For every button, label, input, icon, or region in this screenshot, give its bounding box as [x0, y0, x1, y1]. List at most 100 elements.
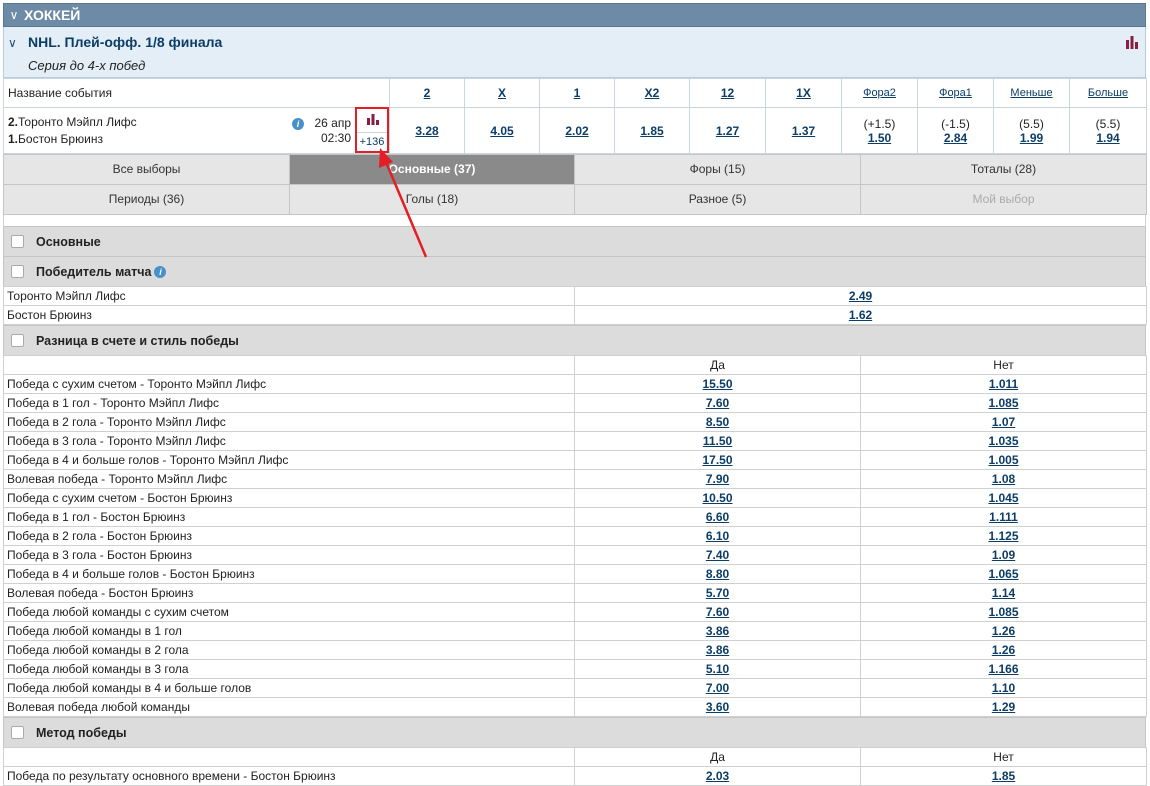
tab-goals[interactable]: Голы (18) [289, 184, 575, 215]
odd-yes-link[interactable]: 6.60 [706, 510, 729, 524]
no-odd-cell: 1.011 [860, 374, 1147, 394]
sport-header[interactable]: ∨ ХОККЕЙ [3, 3, 1146, 27]
odd-under[interactable]: 1.99 [1020, 131, 1043, 145]
tab-totals[interactable]: Тоталы (28) [860, 154, 1147, 185]
col-header[interactable]: X2 [614, 78, 690, 108]
tab-periods[interactable]: Периоды (36) [3, 184, 290, 215]
section-method[interactable]: Метод победы [3, 717, 1146, 747]
odd-link[interactable]: 2.49 [849, 289, 872, 303]
odd-yes-link[interactable]: 3.60 [706, 700, 729, 714]
info-icon[interactable]: i [292, 118, 304, 130]
odd-yes-link[interactable]: 6.10 [706, 529, 729, 543]
odd-yes-link[interactable]: 2.03 [706, 769, 729, 783]
col-header[interactable]: 12 [689, 78, 766, 108]
odd-no-link[interactable]: 1.125 [988, 529, 1018, 543]
odd-no-link[interactable]: 1.85 [992, 769, 1015, 783]
odd-2[interactable]: 3.28 [415, 124, 438, 138]
odd-yes-link[interactable]: 11.50 [703, 434, 732, 448]
odd-no-link[interactable]: 1.111 [989, 510, 1018, 524]
no-odd-cell: 1.045 [860, 488, 1147, 508]
tab-handicaps[interactable]: Форы (15) [574, 154, 861, 185]
statistics-icon[interactable] [1125, 35, 1139, 52]
odd-yes-link[interactable]: 5.10 [706, 662, 729, 676]
event-stats-box[interactable]: +136 [355, 107, 389, 153]
col-header[interactable]: X [464, 78, 540, 108]
odd-fora2[interactable]: 1.50 [868, 131, 891, 145]
odd-yes-link[interactable]: 8.50 [706, 415, 729, 429]
col-header[interactable]: Меньше [993, 78, 1070, 108]
statistics-icon[interactable] [367, 114, 379, 128]
league-title: NHL. Плей-офф. 1/8 финала [28, 34, 223, 50]
odd-yes-link[interactable]: 5.70 [706, 586, 729, 600]
col-header[interactable]: 1 [539, 78, 615, 108]
odd-no-link[interactable]: 1.166 [988, 662, 1018, 676]
odd-yes-link[interactable]: 3.86 [706, 624, 729, 638]
odd-yes-link[interactable]: 15.50 [702, 377, 732, 391]
col-header[interactable]: 1X [765, 78, 842, 108]
more-markets-count[interactable]: +136 [357, 132, 387, 148]
tab-misc[interactable]: Разное (5) [574, 184, 861, 215]
yes-odd-cell: 2.03 [574, 766, 861, 786]
odd-no-link[interactable]: 1.035 [988, 434, 1018, 448]
col-header[interactable]: Больше [1069, 78, 1147, 108]
tab-main[interactable]: Основные (37) [289, 154, 575, 185]
odd-no-link[interactable]: 1.14 [992, 586, 1015, 600]
section-winner[interactable]: Победитель матча i [3, 256, 1146, 286]
outcome-name: Волевая победа любой команды [3, 697, 575, 717]
yes-odd-cell: 11.50 [574, 431, 861, 451]
section-checkbox[interactable] [11, 726, 24, 739]
odd-yes-link[interactable]: 7.60 [706, 605, 729, 619]
total-line: (5.5) [1095, 116, 1121, 131]
odd-yes-link[interactable]: 7.40 [706, 548, 729, 562]
odd-link[interactable]: 1.62 [849, 308, 872, 322]
odd-no-link[interactable]: 1.09 [992, 548, 1015, 562]
handicap-line: (-1.5) [941, 116, 970, 131]
section-margin[interactable]: Разница в счете и стиль победы [3, 325, 1146, 355]
odd-1[interactable]: 2.02 [565, 124, 588, 138]
odd-no-link[interactable]: 1.085 [988, 396, 1018, 410]
odd-no-link[interactable]: 1.29 [992, 700, 1015, 714]
yes-odd-cell: 17.50 [574, 450, 861, 470]
odd-yes-link[interactable]: 8.80 [706, 567, 729, 581]
market-row: Победа в 2 гола - Торонто Мэйпл Лифс 8.50… [3, 412, 1147, 432]
col-header[interactable]: 2 [389, 78, 465, 108]
info-icon[interactable]: i [154, 265, 167, 278]
odd-no-link[interactable]: 1.045 [988, 491, 1018, 505]
odd-no-link[interactable]: 1.005 [988, 453, 1018, 467]
chevron-down-icon[interactable]: ∨ [8, 36, 17, 50]
odd-yes-link[interactable]: 10.50 [702, 491, 732, 505]
odd-x[interactable]: 4.05 [490, 124, 513, 138]
col-header[interactable]: Фора2 [841, 78, 918, 108]
sport-title: ХОККЕЙ [24, 7, 81, 23]
odd-no-link[interactable]: 1.26 [992, 624, 1015, 638]
odd-fora1[interactable]: 2.84 [944, 131, 967, 145]
outcome-name: Победа в 2 гола - Торонто Мэйпл Лифс [3, 412, 575, 432]
odd-yes-link[interactable]: 3.86 [706, 643, 729, 657]
odd-yes-link[interactable]: 7.90 [706, 472, 729, 486]
odd-yes-link[interactable]: 7.00 [706, 681, 729, 695]
odd-no-link[interactable]: 1.08 [992, 472, 1015, 486]
odd-no-link[interactable]: 1.065 [988, 567, 1018, 581]
odd-no-link[interactable]: 1.10 [992, 681, 1015, 695]
odd-x2[interactable]: 1.85 [640, 124, 663, 138]
section-checkbox[interactable] [11, 235, 24, 248]
section-checkbox[interactable] [11, 334, 24, 347]
chevron-down-icon[interactable]: ∨ [4, 8, 24, 22]
odd-no-link[interactable]: 1.26 [992, 643, 1015, 657]
odd-12[interactable]: 1.27 [716, 124, 739, 138]
col-header[interactable]: Фора1 [917, 78, 994, 108]
odd-yes-link[interactable]: 17.50 [702, 453, 732, 467]
tab-my-choice: Мой выбор [860, 184, 1147, 215]
odd-1x[interactable]: 1.37 [792, 124, 815, 138]
odd-over[interactable]: 1.94 [1096, 131, 1119, 145]
event-name-header: Название события [3, 78, 390, 108]
odd-no-link[interactable]: 1.085 [988, 605, 1018, 619]
tab-all[interactable]: Все выборы [3, 154, 290, 185]
section-checkbox[interactable] [11, 265, 24, 278]
yes-odd-cell: 3.60 [574, 697, 861, 717]
yes-odd-cell: 3.86 [574, 640, 861, 660]
section-main[interactable]: Основные [3, 226, 1146, 256]
odd-no-link[interactable]: 1.011 [989, 377, 1018, 391]
odd-yes-link[interactable]: 7.60 [706, 396, 729, 410]
odd-no-link[interactable]: 1.07 [992, 415, 1015, 429]
